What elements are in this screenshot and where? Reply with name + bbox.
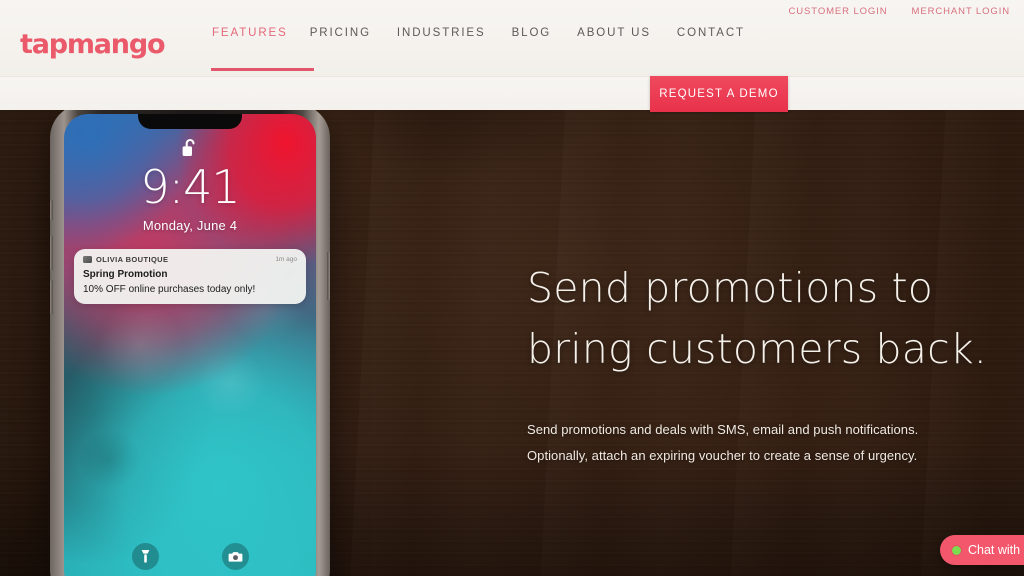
chat-widget-label: Chat with [968,543,1021,557]
push-notification-card[interactable]: OLIVIA BOUTIQUE 1m ago Spring Promotion … [74,249,306,304]
notification-app-name: OLIVIA BOUTIQUE [96,255,169,264]
app-badge-icon [83,256,92,263]
nav-active-underline [211,68,314,71]
unlocked-padlock-icon [182,139,195,156]
nav-item-contact[interactable]: CONTACT [677,24,771,42]
online-status-dot [952,545,961,555]
notification-title: Spring Promotion [83,269,168,280]
flashlight-button[interactable] [131,543,159,570]
phone-mockup: 9:41 Monday, June 4 OLIVIA BOUTIQUE 1m a… [46,104,334,576]
camera-icon [228,551,242,562]
phone-power-button [327,252,330,300]
phone-body: 9:41 Monday, June 4 OLIVIA BOUTIQUE 1m a… [50,104,330,576]
phone-notch [138,114,242,129]
nav-item-pricing[interactable]: PRICING [310,24,397,42]
nav-item-blog[interactable]: BLOG [512,24,578,42]
phone-screen: 9:41 Monday, June 4 OLIVIA BOUTIQUE 1m a… [64,114,316,576]
notification-app: OLIVIA BOUTIQUE [83,255,168,264]
hero-title-line-1: Send promotions to [527,264,934,312]
hero-copy: Send promotions to bring customers back.… [527,258,997,469]
nav-item-features[interactable]: FEATURES [212,24,310,42]
customer-login-link[interactable]: CUSTOMER LOGIN [789,6,888,17]
request-a-demo-button[interactable]: REQUEST A DEMO [650,76,788,112]
lockscreen-actions [64,543,316,570]
camera-button[interactable] [221,543,249,570]
phone-volume-down-button [50,280,53,314]
lockscreen-time: 9:41 [140,160,240,214]
notification-header: OLIVIA BOUTIQUE 1m ago [83,255,297,264]
notification-body: 10% OFF online purchases today only! [83,284,256,295]
notification-timestamp: 1m ago [275,256,297,263]
flashlight-icon [141,550,149,563]
chat-widget-button[interactable]: Chat with [940,535,1024,565]
site-header: CUSTOMER LOGIN MERCHANT LOGIN tapmango F… [0,0,1024,112]
nav-item-about-us[interactable]: ABOUT US [577,24,677,42]
hero-title: Send promotions to bring customers back. [527,258,997,379]
main-nav: FEATURES PRICING INDUSTRIES BLOG ABOUT U… [212,24,771,42]
nav-item-industries[interactable]: INDUSTRIES [397,24,512,42]
phone-silent-switch [50,200,53,220]
top-utility-links: CUSTOMER LOGIN MERCHANT LOGIN [789,6,1010,17]
hero-title-line-2: bring customers back. [527,324,988,373]
phone-volume-up-button [50,236,53,270]
site-logo[interactable]: tapmango [20,31,166,58]
merchant-login-link[interactable]: MERCHANT LOGIN [912,6,1010,17]
hero-subtitle: Send promotions and deals with SMS, emai… [527,422,919,464]
page-root: CUSTOMER LOGIN MERCHANT LOGIN tapmango F… [0,0,1024,576]
lockscreen-date: Monday, June 4 [142,218,238,233]
header-secondary-bar [0,76,1024,110]
